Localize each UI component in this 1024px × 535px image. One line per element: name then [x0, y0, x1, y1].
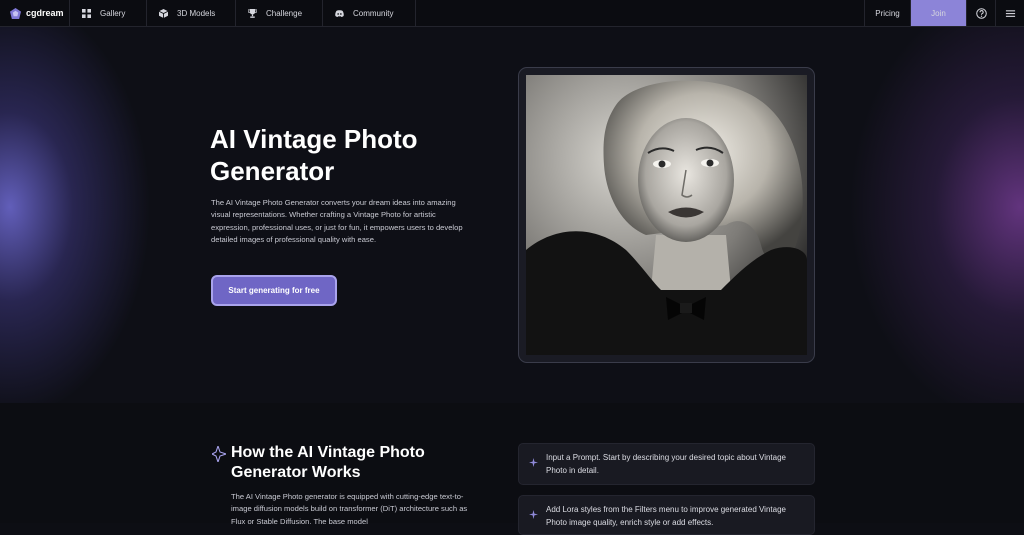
- step-card-input-prompt: Input a Prompt. Start by describing your…: [518, 443, 815, 485]
- pricing-link[interactable]: Pricing: [864, 0, 911, 26]
- hero-section: AI Vintage Photo Generator The AI Vintag…: [0, 27, 1024, 403]
- how-it-works-title: How the AI Vintage Photo Generator Works: [231, 444, 425, 481]
- nav-item-challenge[interactable]: Challenge: [236, 0, 323, 26]
- discord-icon: [335, 9, 344, 17]
- nav-item-label: Community: [353, 8, 394, 18]
- how-it-works-section: How the AI Vintage Photo Generator Works…: [0, 403, 1024, 535]
- sparkle-icon: [529, 458, 538, 467]
- sparkle-icon: [529, 510, 538, 519]
- nav-item-gallery[interactable]: Gallery: [70, 0, 147, 26]
- start-generating-button[interactable]: Start generating for free: [211, 275, 337, 306]
- cube-icon: [159, 8, 168, 18]
- vintage-portrait-image: [526, 75, 807, 355]
- nav-item-label: Challenge: [266, 8, 303, 18]
- help-button[interactable]: [967, 0, 996, 26]
- step-card-add-lora: Add Lora styles from the Filters menu to…: [518, 495, 815, 535]
- hero-description: The AI Vintage Photo Generator converts …: [211, 198, 463, 245]
- hero-title: AI Vintage Photo Generator: [210, 124, 418, 186]
- hero-image-frame: [518, 67, 815, 363]
- menu-button[interactable]: [996, 0, 1024, 26]
- top-navbar: cgdream Gallery 3D Models Challenge Comm…: [0, 0, 1024, 27]
- nav-item-label: 3D Models: [177, 8, 216, 18]
- grid-icon: [82, 8, 91, 18]
- nav-item-community[interactable]: Community: [323, 0, 416, 26]
- help-icon: [975, 7, 987, 19]
- step-text: Input a Prompt. Start by describing your…: [546, 453, 786, 475]
- hamburger-menu-icon: [1005, 9, 1015, 17]
- sparkle-icon: [212, 446, 226, 462]
- cgdream-logo-icon: [10, 7, 21, 19]
- logo[interactable]: cgdream: [0, 0, 70, 26]
- nav-item-label: Gallery: [100, 8, 126, 18]
- logo-text: cgdream: [26, 8, 64, 18]
- step-text: Add Lora styles from the Filters menu to…: [546, 505, 786, 527]
- join-button[interactable]: Join: [911, 0, 967, 26]
- nav-item-3d-models[interactable]: 3D Models: [147, 0, 236, 26]
- trophy-icon: [248, 8, 257, 18]
